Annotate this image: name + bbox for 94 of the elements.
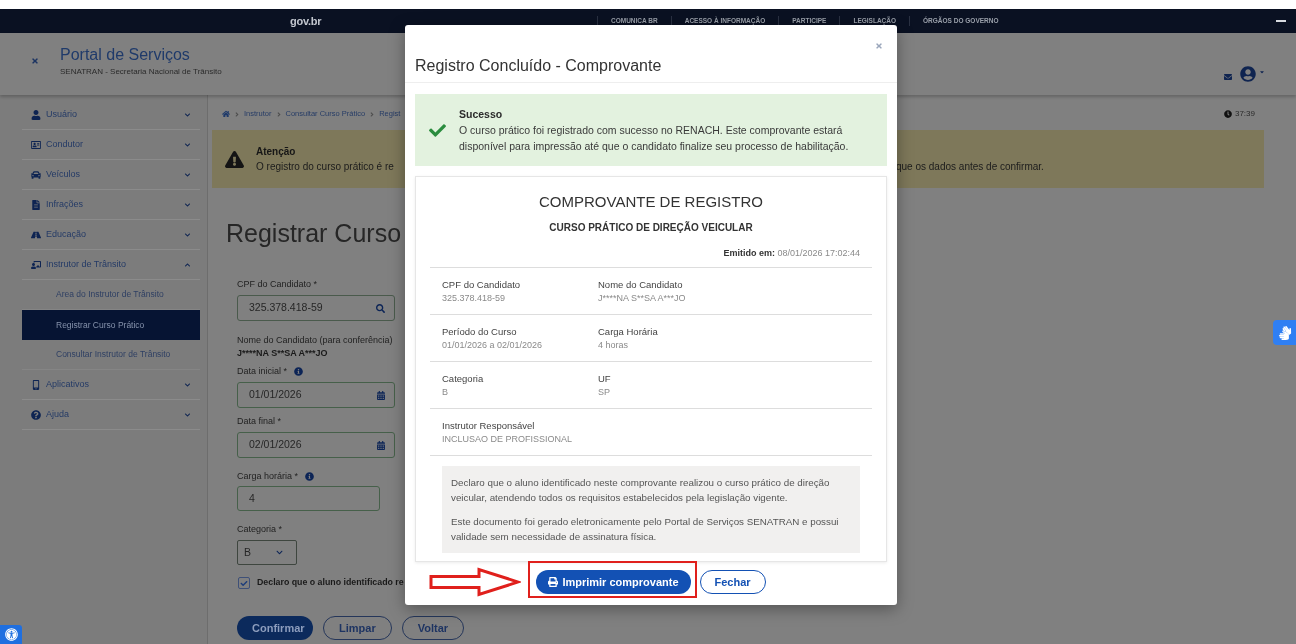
close-icon[interactable] [875, 42, 883, 50]
document-icon [31, 199, 41, 210]
chevron-down-icon[interactable] [184, 201, 191, 208]
field-label: Carga horária * [237, 470, 299, 483]
road-icon [31, 229, 41, 240]
info-icon[interactable] [294, 366, 304, 376]
receipt-label: Categoria [442, 372, 484, 385]
modal-title: Registro Concluído - Comprovante [415, 56, 662, 76]
receipt-value: 01/01/2026 a 02/01/2026 [442, 340, 543, 351]
phone-icon [31, 379, 41, 390]
success-title: Sucesso [459, 106, 503, 122]
printer-icon [548, 577, 559, 587]
issued-date: Emitido em: 08/01/2026 17:02:44 [723, 247, 860, 259]
search-field[interactable]: 325.378.418-59 [237, 295, 395, 321]
warning-icon [225, 150, 244, 168]
sidebar-item[interactable]: Condutor [22, 130, 200, 160]
page-title: Registrar Curso [226, 218, 402, 248]
chevron-down-icon[interactable] [184, 411, 191, 418]
select-field[interactable]: B [237, 540, 297, 565]
info-icon[interactable] [305, 471, 315, 481]
teacher-icon [31, 259, 41, 270]
receipt-value: 325.378.418-59 [442, 293, 506, 304]
session-timer: 37:39 [1234, 108, 1255, 120]
field-label: Nome do Candidato (para conferência) [237, 334, 393, 347]
chevron-down-icon [275, 549, 284, 556]
date-field[interactable]: 02/01/2026 [237, 432, 395, 458]
sidebar-item[interactable]: Usuário [22, 100, 200, 130]
receipt-label: Carga Horária [598, 325, 658, 338]
chevron-down-icon[interactable] [184, 171, 191, 178]
govbr-logo[interactable]: gov.br [290, 12, 322, 30]
field-label: Categoria * [237, 523, 283, 536]
sidebar-item[interactable]: Infrações [22, 190, 200, 220]
home-icon[interactable] [222, 110, 230, 118]
calendar-icon[interactable] [377, 390, 385, 400]
sidebar-item[interactable]: Aplicativos [22, 370, 200, 400]
alert-text: O registro do curso prático é re [256, 160, 395, 174]
check-icon [427, 121, 448, 139]
user-icon [31, 109, 41, 120]
field-label: CPF do Candidato * [237, 278, 318, 291]
sidebar-item[interactable]: Instrutor de Trânsito [22, 250, 200, 280]
help-icon [31, 409, 41, 420]
receipt-label: UF [598, 372, 611, 385]
id-card-icon [31, 139, 41, 150]
success-message: O curso prático foi registrado com sucesso no RENACH. Este comprovante estará disponível para impressão até que o candidato finalize seu processo de habilitação. [459, 122, 850, 154]
portal-subtitle: SENATRAN - Secretaria Nacional de Trânsito [60, 67, 222, 77]
chevron-down-icon[interactable] [184, 381, 191, 388]
alert-title: Atenção [256, 145, 296, 159]
note-text: Este documento foi gerado eletronicamente pelo Portal de Serviços SENATRAN e possui validade sem necessidade de assinatura física. [451, 515, 840, 544]
chevron-down-icon[interactable] [184, 231, 191, 238]
receipt-value: B [442, 387, 448, 398]
print-button[interactable]: Imprimir comprovante [536, 570, 691, 594]
check-icon [240, 579, 248, 587]
sidebar-item[interactable]: Educação [22, 220, 200, 250]
field-label: Data final * [237, 415, 282, 428]
clock-icon [1223, 110, 1232, 118]
note-text: Declaro que o aluno identificado neste comprovante realizou o curso prático de direção veicular, atendendo todos os requisitos estabelecidos pela legislação vigente. [451, 476, 831, 505]
field-value: J****NA S**SA A***JO [237, 347, 328, 359]
declaration-label: Declaro que o aluno identificado re [257, 576, 404, 590]
accessibility-icon[interactable] [0, 625, 22, 644]
chevron-up-icon[interactable] [184, 261, 191, 268]
date-field[interactable]: 01/01/2026 [237, 382, 395, 408]
checkbox[interactable] [238, 577, 250, 589]
form-button[interactable]: Confirmar [237, 616, 313, 640]
receipt-value: SP [598, 387, 610, 398]
search-icon[interactable] [376, 303, 385, 313]
receipt-title: COMPROVANTE DE REGISTRO [539, 192, 763, 212]
receipt-value: INCLUSAO DE PROFISSIONAL [442, 434, 573, 445]
sidebar-subitem[interactable]: Consultar Instrutor de Trânsito [22, 340, 200, 370]
sidebar-item[interactable]: Veículos [22, 160, 200, 190]
chevron-down-icon[interactable] [184, 141, 191, 148]
chevron-right-icon [276, 110, 281, 118]
receipt-subtitle: CURSO PRÁTICO DE DIREÇÃO VEICULAR [549, 221, 753, 235]
receipt-label: Instrutor Responsável [442, 419, 535, 432]
receipt-value: 4 horas [598, 340, 629, 351]
sidebar-item[interactable]: Ajuda [22, 400, 200, 430]
receipt-label: CPF do Candidato [442, 278, 521, 291]
receipt-label: Período do Curso [442, 325, 517, 338]
envelope-icon[interactable] [1223, 73, 1233, 81]
sidebar-subitem[interactable]: Registrar Curso Prático [22, 310, 200, 340]
number-field[interactable]: 4 [237, 486, 380, 511]
calendar-icon[interactable] [377, 440, 385, 450]
chevron-down-icon[interactable] [184, 111, 191, 118]
receipt-value: J****NA S**SA A***JO [598, 293, 686, 304]
portal-title: Portal de Serviços [60, 45, 190, 65]
field-label: Data inicial * [237, 365, 288, 378]
car-icon [31, 169, 41, 180]
receipt-label: Nome do Candidato [598, 278, 683, 291]
user-avatar-icon[interactable] [1240, 66, 1256, 82]
caret-icon[interactable] [1259, 69, 1265, 75]
close-icon[interactable] [31, 57, 39, 65]
alert-text: que os dados antes de confirmar. [896, 160, 1044, 174]
chevron-right-icon [235, 110, 239, 118]
sign-language-icon[interactable] [1273, 320, 1296, 345]
chevron-right-icon [370, 110, 375, 118]
